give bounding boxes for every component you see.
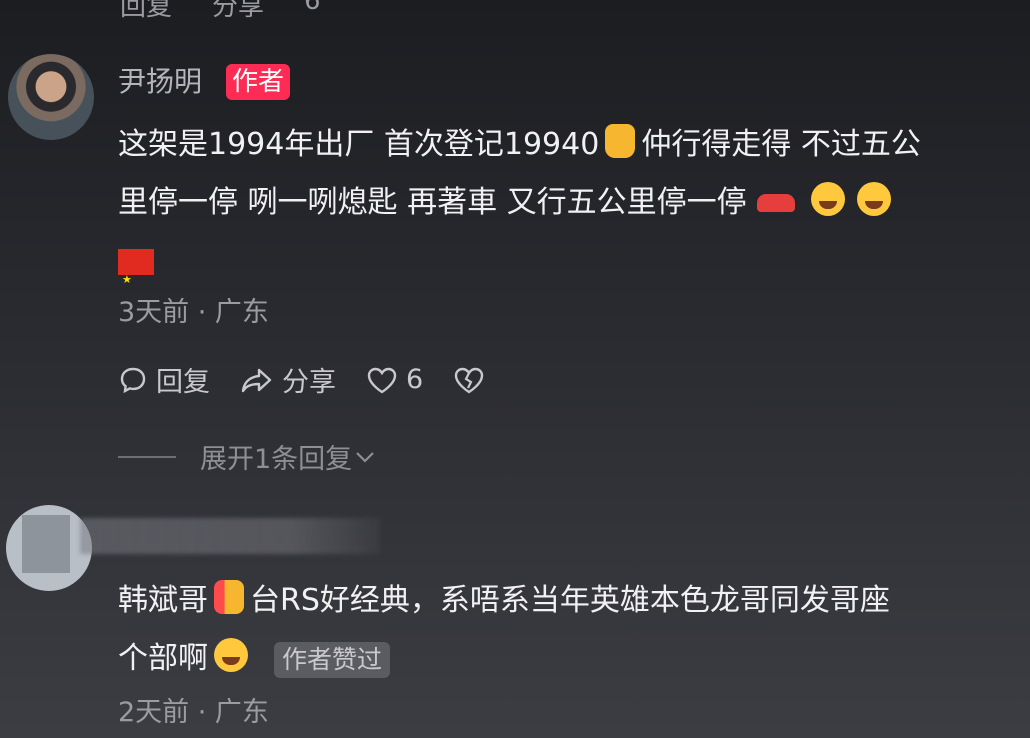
thumbs-up-icon [214, 580, 244, 614]
likes-count: 6 [304, 0, 321, 16]
sweat-smile-icon [856, 182, 891, 216]
comment-meta: 2天前 · 广东 [118, 697, 269, 728]
likes-count: 6 [406, 364, 424, 395]
reply-label: 回复 [156, 367, 210, 398]
laughing-face-icon [810, 182, 845, 216]
author-badge: 作者 [226, 64, 291, 100]
dislike-button[interactable] [453, 365, 485, 395]
like-button[interactable]: 6 [366, 364, 423, 395]
comment-text: 韩斌哥 台RS好经典，系唔系当年英雄本色龙哥同发哥座 个部啊 作者赞过 [118, 572, 1023, 688]
comment-text-line1b: 仲行得走得 不过五公 [641, 127, 921, 162]
reply-button[interactable]: 回复 [118, 360, 210, 399]
reply-label: 回复 [120, 0, 173, 22]
comment-meta: 3天前 · 广东 [118, 297, 269, 328]
thumbs-up-icon [605, 124, 636, 158]
comment-actions: 回复 分享 6 [118, 360, 485, 399]
previous-comment-actions-cut: 回复 分享 6 [120, 0, 321, 22]
comment-text-line2: 个部啊 [118, 641, 208, 676]
expand-replies-button[interactable]: 展开1条回复 [118, 437, 376, 476]
broken-heart-icon [454, 367, 484, 393]
grinning-face-icon [214, 638, 248, 672]
comment-text-line1a: 韩斌哥 [118, 583, 208, 618]
comment-text-line1: 这架是1994年出厂 首次登记19940 [118, 127, 600, 162]
comment-bubble-icon [120, 367, 146, 393]
comment-username[interactable]: 尹扬明 [118, 60, 202, 100]
share-button[interactable]: 分享 [240, 360, 336, 399]
expand-replies-label: 展开1条回复 [200, 444, 353, 475]
divider [118, 455, 176, 458]
comment-text-line1b: 台RS好经典，系唔系当年英雄本色龙哥同发哥座 [250, 583, 890, 618]
heart-icon [367, 367, 397, 393]
share-arrow-icon [241, 368, 272, 392]
chevron-down-icon [356, 451, 374, 463]
share-label: 分享 [212, 0, 265, 22]
blurred-username [80, 518, 380, 554]
comment-text: 这架是1994年出厂 首次登记19940 仲行得走得 不过五公 里停一停 咧一咧熄… [118, 116, 1023, 309]
avatar[interactable] [8, 54, 94, 140]
car-icon [756, 194, 795, 212]
comment-text-line2: 里停一停 咧一咧熄匙 再著車 又行五公里停一停 [118, 185, 747, 220]
share-label: 分享 [282, 367, 336, 398]
author-liked-tag: 作者赞过 [274, 641, 391, 678]
china-flag-icon [118, 248, 154, 309]
